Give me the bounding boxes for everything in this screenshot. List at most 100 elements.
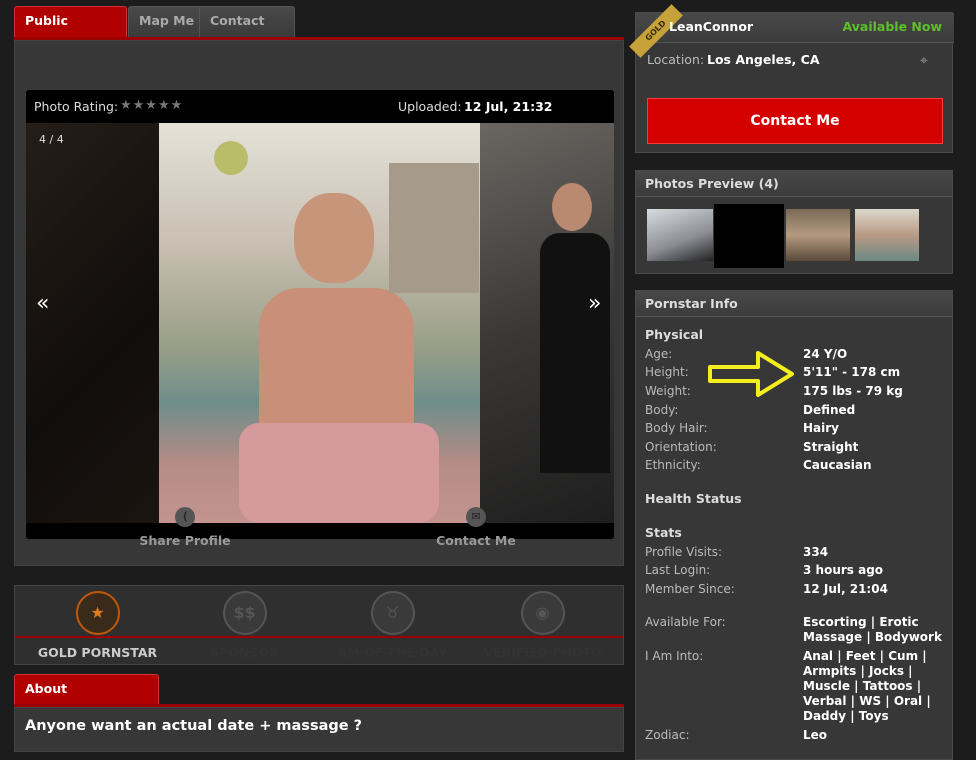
badge-divider (15, 636, 623, 638)
photo-counter: 4 / 4 (39, 133, 64, 146)
about-headline: Anyone want an actual date + massage ? (25, 718, 363, 734)
tab-contact-me[interactable]: Contact Me (199, 6, 295, 56)
stat-label: Last Login: (645, 563, 711, 577)
badge-sponsor[interactable]: $$ SPONSOR (172, 586, 317, 666)
location-value: Los Angeles, CA (707, 52, 820, 67)
into-row: I Am Into: Anal | Feet | Cum | Armpits | … (645, 649, 931, 723)
info-row-height: Height: 5'11" - 178 cm (645, 365, 900, 379)
stat-row-visits: Profile Visits: 334 (645, 545, 828, 559)
stat-row-last-login: Last Login: 3 hours ago (645, 563, 883, 577)
stat-label: Member Since: (645, 582, 735, 596)
info-label: Height: (645, 365, 689, 379)
info-label: Body Hair: (645, 421, 708, 435)
available-value: Escorting | Erotic Massage | Bodywork (803, 615, 942, 644)
left-column: Public Photos Map Me Contact Me Photo Ra… (14, 0, 624, 752)
badge-label: VERIFIED PHOTO (483, 645, 602, 660)
info-label: Weight: (645, 384, 691, 398)
contact-me-action-label: Contact Me (436, 533, 516, 548)
stat-value: 334 (803, 545, 829, 559)
stat-label: Profile Visits: (645, 545, 722, 559)
tab-map-me[interactable]: Map Me (128, 6, 210, 37)
info-row-weight: Weight: 175 lbs - 79 kg (645, 384, 903, 398)
info-value: Straight (803, 440, 859, 454)
availability-status: Available Now (842, 19, 942, 34)
share-profile-label: Share Profile (139, 533, 231, 548)
info-value: 175 lbs - 79 kg (803, 384, 903, 398)
rating-stars[interactable]: ★★★★★ (120, 98, 183, 113)
dark-suit-figure (540, 233, 610, 473)
badge-label: RM OF THE DAY (337, 645, 448, 660)
photo-panel: Photo Rating: ★★★★★ Uploaded: 12 Jul, 21… (14, 40, 624, 566)
info-row-body-hair: Body Hair: Hairy (645, 421, 839, 435)
preview-thumb-3[interactable] (786, 209, 850, 261)
badge-verified-photo[interactable]: ◉ VERIFIED PHOTO (470, 586, 615, 666)
bull-icon: ♉ (370, 591, 415, 635)
info-row-body: Body: Defined (645, 403, 855, 417)
uploaded-label: Uploaded: (398, 99, 462, 114)
dollar-icon: $$ (222, 591, 267, 635)
share-profile-button[interactable]: ⟨ Share Profile (125, 507, 245, 548)
location-label: Location: (647, 52, 705, 67)
about-panel: Anyone want an actual date + massage ? (14, 707, 624, 752)
badge-gold-pornstar[interactable]: ★ GOLD PORNSTAR (25, 586, 170, 666)
badge-label: SPONSOR (210, 645, 279, 660)
info-label: Orientation: (645, 440, 717, 454)
info-title: Pornstar Info (636, 291, 952, 317)
prev-arrow-icon[interactable]: « (36, 291, 49, 316)
next-photo-thumb[interactable] (480, 123, 614, 523)
zodiac-value: Leo (803, 728, 828, 742)
username: LeanConnor (669, 19, 754, 34)
info-value: 5'11" - 178 cm (803, 365, 901, 379)
building-shape (389, 163, 479, 293)
physical-heading: Physical (645, 327, 704, 342)
available-label: Available For: (645, 615, 726, 629)
photos-preview-panel: Photos Preview (4) (635, 170, 953, 274)
info-row-age: Age: 24 Y/O (645, 347, 847, 361)
photo-info-bar: Photo Rating: ★★★★★ Uploaded: 12 Jul, 21… (26, 90, 614, 122)
info-value: Caucasian (803, 458, 872, 472)
contact-me-button[interactable]: Contact Me (647, 98, 943, 144)
pornstar-info-panel: Pornstar Info Physical Age: 24 Y/O Height… (635, 290, 953, 760)
stat-value: 12 Jul, 21:04 (803, 582, 888, 596)
into-label: I Am Into: (645, 649, 704, 663)
main-photo[interactable] (159, 123, 480, 523)
profile-card: GOLD LeanConnor Available Now Location: … (629, 4, 954, 153)
info-value: Defined (803, 403, 856, 417)
share-icon: ⟨ (175, 507, 195, 527)
info-label: Ethnicity: (645, 458, 701, 472)
info-label: Age: (645, 347, 673, 361)
health-heading: Health Status (645, 491, 742, 506)
info-label: Body: (645, 403, 679, 417)
contact-me-action-button[interactable]: ✉ Contact Me (416, 507, 536, 548)
shorts-shape (239, 423, 439, 523)
stats-heading: Stats (645, 525, 682, 540)
zodiac-row: Zodiac: Leo (645, 728, 827, 742)
stat-row-member-since: Member Since: 12 Jul, 21:04 (645, 582, 888, 596)
info-row-ethnicity: Ethnicity: Caucasian (645, 458, 872, 472)
badge-rm-of-the-day[interactable]: ♉ RM OF THE DAY (320, 586, 465, 666)
envelope-icon: ✉ (466, 507, 486, 527)
available-for-row: Available For: Escorting | Erotic Massage… (645, 615, 942, 644)
zodiac-label: Zodiac: (645, 728, 690, 742)
stat-value: 3 hours ago (803, 563, 884, 577)
tab-about[interactable]: About LeanConnor (14, 674, 159, 724)
person-figure-next (552, 183, 592, 231)
info-value: 24 Y/O (803, 347, 848, 361)
photo-viewer: Photo Rating: ★★★★★ Uploaded: 12 Jul, 21… (26, 90, 614, 539)
map-pin-icon[interactable]: ⌖ (920, 53, 938, 69)
uploaded-value: 12 Jul, 21:32 (464, 99, 553, 114)
badge-label: GOLD PORNSTAR (37, 645, 158, 660)
medal-icon: ★ (75, 591, 120, 635)
photo-tabs: Public Photos Map Me Contact Me (14, 6, 624, 56)
preview-thumb-1[interactable] (647, 209, 713, 261)
info-value: Hairy (803, 421, 839, 435)
next-arrow-icon[interactable]: » (588, 291, 601, 316)
arrow-shape (708, 351, 794, 397)
photos-preview-title: Photos Preview (4) (636, 171, 952, 197)
yellow-arrow-annotation (708, 351, 794, 397)
tab-public-photos[interactable]: Public Photos (14, 6, 127, 56)
preview-thumb-2[interactable] (714, 204, 784, 268)
apple-shape (214, 141, 248, 175)
badge-bar: ★ GOLD PORNSTAR $$ SPONSOR ♉ RM OF THE D… (14, 585, 624, 665)
preview-thumb-4[interactable] (855, 209, 919, 261)
